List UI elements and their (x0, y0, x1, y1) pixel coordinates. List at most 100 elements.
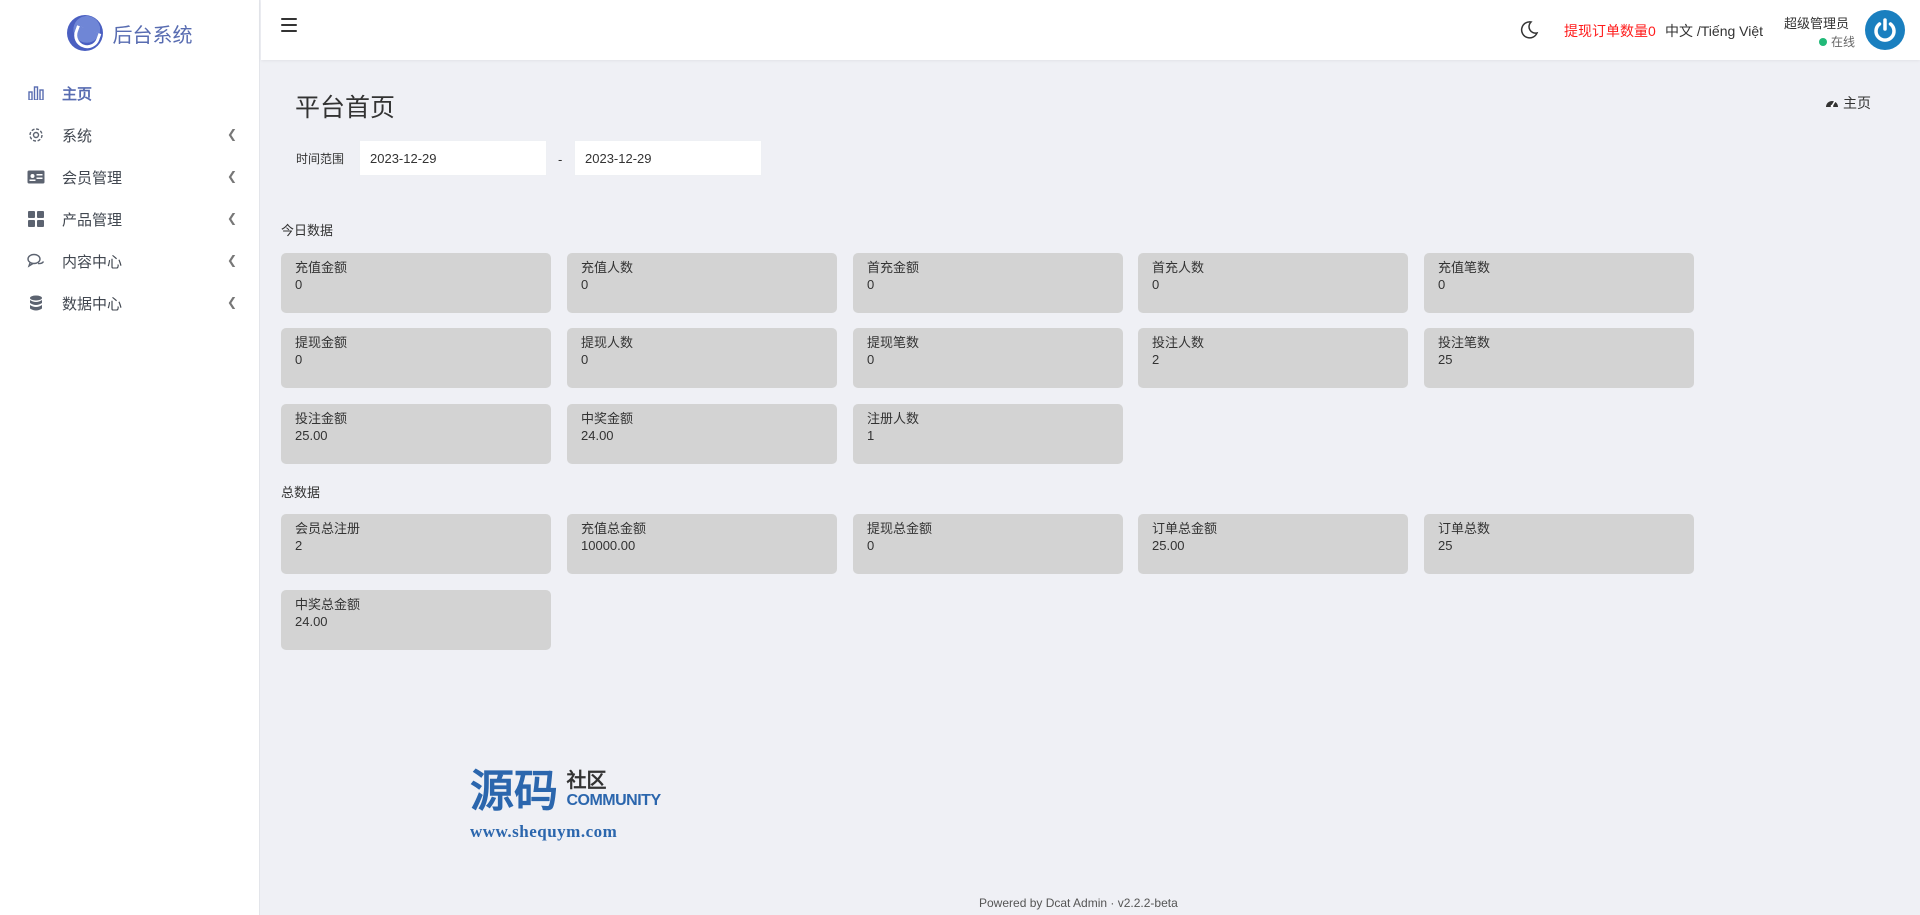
stat-label: 提现金额 (295, 335, 348, 350)
sidebar-item-label: 系统 (62, 127, 93, 145)
sidebar-item-content[interactable]: 内容中心 ❮ (0, 240, 259, 282)
stat-label: 提现笔数 (867, 335, 920, 350)
stat-value: 2 (295, 538, 303, 553)
page-title: 平台首页 (295, 94, 396, 122)
sidebar-item-members[interactable]: 会员管理 ❮ (0, 156, 259, 198)
stat-value: 25 (1438, 538, 1453, 553)
chevron-left-icon: ❮ (226, 169, 237, 183)
stat-value: 0 (867, 277, 875, 292)
stat-value: 25.00 (295, 428, 328, 443)
avatar[interactable] (1865, 10, 1905, 50)
time-range-label: 时间范围 (296, 152, 345, 166)
stat-card: 首充人数 0 (1138, 253, 1408, 313)
start-date-input[interactable] (359, 140, 547, 176)
watermark-url: www.shequym.com (470, 822, 618, 841)
stat-label: 投注人数 (1152, 335, 1205, 350)
brand-name: 后台系统 (112, 22, 193, 47)
stat-value: 24.00 (581, 428, 614, 443)
stat-label: 提现人数 (581, 335, 634, 350)
language-switch[interactable]: 中文 /Tiếng Việt (1665, 21, 1763, 41)
stat-label: 首充金额 (867, 260, 920, 275)
comments-icon (26, 251, 46, 271)
sidebar-menu: 主页 系统 ❮ 会员管理 ❮ 产品管理 ❮ 内容中心 ❮ 数据中心 ❮ (0, 72, 259, 324)
date-range-separator: - (558, 152, 563, 167)
breadcrumb-home[interactable]: 主页 (1843, 93, 1871, 113)
stat-value: 24.00 (295, 614, 328, 629)
stat-card: 充值金额 0 (281, 253, 551, 313)
sidebar-item-label: 数据中心 (62, 295, 123, 313)
footer: Powered by Dcat Admin · v2.2.2-beta (979, 896, 1178, 910)
watermark-cn: 社区 (566, 770, 607, 792)
grid-icon (26, 209, 46, 229)
stat-label: 充值人数 (581, 260, 634, 275)
id-card-icon (26, 167, 46, 187)
stat-value: 10000.00 (581, 538, 636, 553)
stat-label: 投注金额 (295, 411, 348, 426)
stat-card: 充值笔数 0 (1424, 253, 1694, 313)
stat-card: 会员总注册 2 (281, 514, 551, 574)
stat-card: 提现总金额 0 (853, 514, 1123, 574)
watermark-en: COMMUNITY (566, 792, 661, 809)
stat-card: 投注笔数 25 (1424, 328, 1694, 388)
stat-value: 0 (867, 352, 875, 367)
brand[interactable]: 后台系统 (0, 0, 259, 66)
today-data-title: 今日数据 (281, 223, 334, 238)
total-data-title: 总数据 (281, 485, 321, 500)
stat-value: 0 (581, 352, 589, 367)
stat-card: 提现金额 0 (281, 328, 551, 388)
menu-toggle-icon[interactable] (281, 18, 297, 32)
stat-card: 充值人数 0 (567, 253, 837, 313)
user-name[interactable]: 超级管理员 (1784, 13, 1849, 32)
sidebar-item-label: 主页 (62, 85, 93, 103)
chevron-left-icon: ❮ (226, 295, 237, 309)
stat-label: 充值金额 (295, 260, 348, 275)
stat-value: 0 (1438, 277, 1446, 292)
sidebar: 后台系统 主页 系统 ❮ 会员管理 ❮ 产品管理 ❮ 内容中心 ❮ 数据中心 ❮ (0, 0, 260, 915)
stat-label: 充值笔数 (1438, 260, 1491, 275)
stat-label: 充值总金额 (581, 521, 647, 536)
sidebar-item-home[interactable]: 主页 (0, 72, 259, 114)
stat-card: 中奖金额 24.00 (567, 404, 837, 464)
top-navbar: 提现订单数量0 中文 /Tiếng Việt 超级管理员 在线 (261, 0, 1920, 60)
user-status: 在线 (1819, 33, 1855, 50)
withdraw-order-count[interactable]: 提现订单数量0 (1564, 21, 1656, 41)
stat-label: 会员总注册 (295, 521, 361, 536)
online-dot-icon (1819, 37, 1827, 46)
sidebar-item-products[interactable]: 产品管理 ❮ (0, 198, 259, 240)
sidebar-item-system[interactable]: 系统 ❮ (0, 114, 259, 156)
watermark-big: 源码 (470, 766, 558, 817)
database-icon (26, 293, 46, 313)
stat-value: 0 (295, 352, 303, 367)
chevron-left-icon: ❮ (226, 211, 237, 225)
stat-label: 订单总数 (1438, 521, 1491, 536)
dark-mode-moon-icon[interactable] (1519, 20, 1539, 40)
end-date-input[interactable] (574, 140, 762, 176)
power-icon (1874, 18, 1896, 42)
stat-card: 投注人数 2 (1138, 328, 1408, 388)
stat-value: 0 (1152, 277, 1160, 292)
user-status-label: 在线 (1831, 35, 1856, 49)
stat-label: 中奖总金额 (295, 597, 361, 612)
stat-card: 投注金额 25.00 (281, 404, 551, 464)
stat-card: 注册人数 1 (853, 404, 1123, 464)
stat-value: 25 (1438, 352, 1453, 367)
sidebar-item-label: 产品管理 (62, 211, 123, 229)
sidebar-item-data[interactable]: 数据中心 ❮ (0, 282, 259, 324)
bar-chart-icon (26, 83, 46, 103)
stat-card: 充值总金额 10000.00 (567, 514, 837, 574)
stat-value: 0 (867, 538, 875, 553)
stat-value: 25.00 (1152, 538, 1185, 553)
breadcrumb[interactable]: 主页 (1825, 93, 1871, 113)
stat-card: 提现笔数 0 (853, 328, 1123, 388)
chevron-left-icon: ❮ (226, 127, 237, 141)
chevron-left-icon: ❮ (226, 253, 237, 267)
gear-icon (26, 125, 46, 145)
stat-label: 首充人数 (1152, 260, 1205, 275)
stat-value: 0 (295, 277, 303, 292)
watermark-side: 社区 COMMUNITY (566, 770, 661, 810)
sidebar-item-label: 内容中心 (62, 253, 123, 271)
stat-value: 1 (867, 428, 875, 443)
stat-card: 订单总数 25 (1424, 514, 1694, 574)
stat-label: 中奖金额 (581, 411, 634, 426)
stat-value: 0 (581, 277, 589, 292)
